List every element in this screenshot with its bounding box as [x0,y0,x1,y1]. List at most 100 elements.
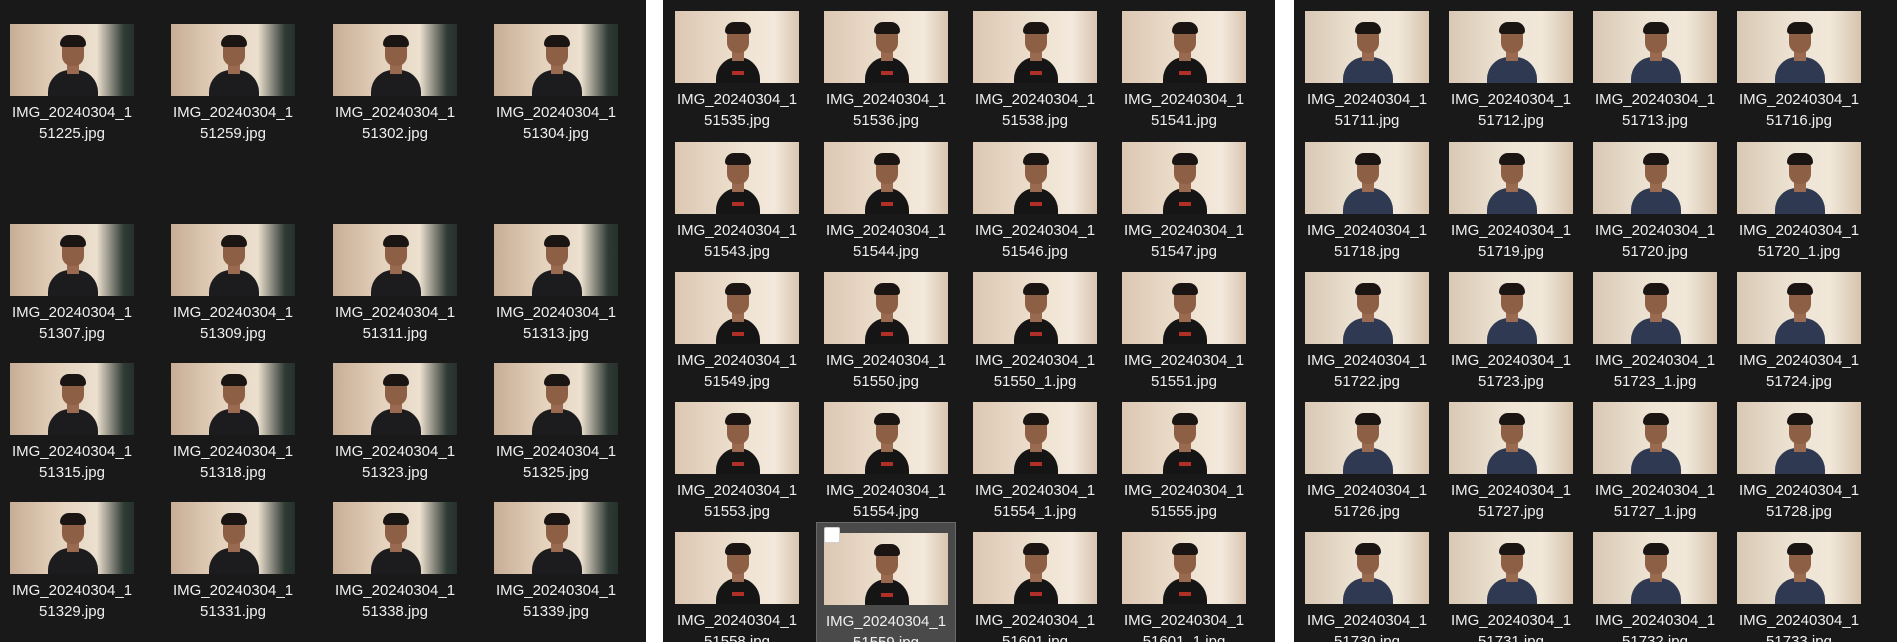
file-item[interactable]: IMG_20240304_1 51549.jpg [667,262,807,390]
file-item[interactable]: IMG_20240304_1 51309.jpg [163,214,303,342]
file-name-label: IMG_20240304_1 51720.jpg [1594,222,1716,260]
file-item[interactable]: IMG_20240304_1 51307.jpg [2,214,142,342]
file-item[interactable]: IMG_20240304_1 51711.jpg [1297,1,1437,129]
image-thumbnail [10,224,134,296]
file-item[interactable]: IMG_20240304_1 51535.jpg [667,1,807,129]
file-item[interactable]: IMG_20240304_1 51538.jpg [965,1,1105,129]
file-item[interactable]: IMG_20240304_1 51550_1.jpg [965,262,1105,390]
file-name-label: IMG_20240304_1 51723_1.jpg [1594,352,1716,390]
file-item[interactable]: IMG_20240304_1 51731.jpg [1441,522,1581,642]
file-item[interactable]: IMG_20240304_1 51313.jpg [486,214,626,342]
image-thumbnail [1449,402,1573,474]
file-item[interactable]: IMG_20240304_1 51719.jpg [1441,132,1581,260]
file-item[interactable]: IMG_20240304_1 51727_1.jpg [1585,392,1725,520]
file-item[interactable]: IMG_20240304_1 51315.jpg [2,353,142,481]
file-item[interactable]: IMG_20240304_1 51555.jpg [1114,392,1254,520]
file-item[interactable]: IMG_20240304_1 51730.jpg [1297,522,1437,642]
file-item[interactable]: IMG_20240304_1 51720_1.jpg [1729,132,1869,260]
file-item[interactable]: IMG_20240304_1 51339.jpg [486,492,626,620]
image-thumbnail [333,363,457,435]
file-name-label: IMG_20240304_1 51727.jpg [1450,482,1572,520]
file-item[interactable]: IMG_20240304_1 51536.jpg [816,1,956,129]
file-item[interactable]: IMG_20240304_1 51554.jpg [816,392,956,520]
file-name-label: IMG_20240304_1 51712.jpg [1450,91,1572,129]
file-item[interactable]: IMG_20240304_1 51304.jpg [486,14,626,142]
file-item[interactable]: IMG_20240304_1 51544.jpg [816,132,956,260]
file-item[interactable]: IMG_20240304_1 51546.jpg [965,132,1105,260]
file-item[interactable]: IMG_20240304_1 51601.jpg [965,522,1105,642]
file-item[interactable]: IMG_20240304_1 51311.jpg [325,214,465,342]
image-thumbnail [171,24,295,96]
file-item[interactable]: IMG_20240304_1 51541.jpg [1114,1,1254,129]
image-thumbnail [10,363,134,435]
image-thumbnail [824,533,948,605]
image-thumbnail [1449,272,1573,344]
file-item[interactable]: IMG_20240304_1 51720.jpg [1585,132,1725,260]
file-item[interactable]: IMG_20240304_1 51325.jpg [486,353,626,481]
file-item[interactable]: IMG_20240304_1 51318.jpg [163,353,303,481]
file-item[interactable]: IMG_20240304_1 51259.jpg [163,14,303,142]
file-item[interactable]: IMG_20240304_1 51551.jpg [1114,262,1254,390]
image-thumbnail [675,532,799,604]
file-name-label: IMG_20240304_1 51728.jpg [1738,482,1860,520]
file-name-label: IMG_20240304_1 51723.jpg [1450,352,1572,390]
file-name-label: IMG_20240304_1 51550_1.jpg [974,352,1096,390]
file-item[interactable]: IMG_20240304_1 51329.jpg [2,492,142,620]
file-item[interactable]: IMG_20240304_1 51733.jpg [1729,522,1869,642]
image-thumbnail [10,502,134,574]
file-item[interactable]: IMG_20240304_1 51723.jpg [1441,262,1581,390]
image-thumbnail [1449,532,1573,604]
image-thumbnail [675,142,799,214]
image-thumbnail [973,532,1097,604]
file-name-label: IMG_20240304_1 51315.jpg [11,443,133,481]
file-item[interactable]: IMG_20240304_1 51722.jpg [1297,262,1437,390]
file-name-label: IMG_20240304_1 51541.jpg [1123,91,1245,129]
file-item[interactable]: IMG_20240304_1 51732.jpg [1585,522,1725,642]
image-thumbnail [1737,11,1861,83]
file-item[interactable]: IMG_20240304_1 51225.jpg [2,14,142,142]
file-item[interactable]: IMG_20240304_1 51558.jpg [667,522,807,642]
file-item[interactable]: IMG_20240304_1 51559.jpg [816,522,956,642]
file-name-label: IMG_20240304_1 51724.jpg [1738,352,1860,390]
file-item[interactable]: IMG_20240304_1 51554_1.jpg [965,392,1105,520]
file-name-label: IMG_20240304_1 51711.jpg [1306,91,1428,129]
file-item[interactable]: IMG_20240304_1 51726.jpg [1297,392,1437,520]
select-checkbox[interactable] [824,527,840,543]
file-item[interactable]: IMG_20240304_1 51727.jpg [1441,392,1581,520]
image-thumbnail [494,224,618,296]
image-thumbnail [1737,532,1861,604]
file-name-label: IMG_20240304_1 51313.jpg [495,304,617,342]
file-item[interactable]: IMG_20240304_1 51712.jpg [1441,1,1581,129]
image-thumbnail [973,402,1097,474]
file-name-label: IMG_20240304_1 51553.jpg [676,482,798,520]
file-name-label: IMG_20240304_1 51544.jpg [825,222,947,260]
image-thumbnail [494,24,618,96]
file-item[interactable]: IMG_20240304_1 51724.jpg [1729,262,1869,390]
file-name-label: IMG_20240304_1 51309.jpg [172,304,294,342]
image-thumbnail [824,402,948,474]
file-name-label: IMG_20240304_1 51722.jpg [1306,352,1428,390]
image-thumbnail [1737,142,1861,214]
file-item[interactable]: IMG_20240304_1 51547.jpg [1114,132,1254,260]
file-name-label: IMG_20240304_1 51547.jpg [1123,222,1245,260]
file-name-label: IMG_20240304_1 51720_1.jpg [1738,222,1860,260]
file-item[interactable]: IMG_20240304_1 51323.jpg [325,353,465,481]
file-item[interactable]: IMG_20240304_1 51543.jpg [667,132,807,260]
file-item[interactable]: IMG_20240304_1 51553.jpg [667,392,807,520]
file-item[interactable]: IMG_20240304_1 51338.jpg [325,492,465,620]
file-item[interactable]: IMG_20240304_1 51718.jpg [1297,132,1437,260]
file-name-label: IMG_20240304_1 51726.jpg [1306,482,1428,520]
file-name-label: IMG_20240304_1 51601.jpg [974,612,1096,642]
file-item[interactable]: IMG_20240304_1 51728.jpg [1729,392,1869,520]
file-item[interactable]: IMG_20240304_1 51716.jpg [1729,1,1869,129]
image-thumbnail [1593,532,1717,604]
file-name-label: IMG_20240304_1 51338.jpg [334,582,456,620]
file-item[interactable]: IMG_20240304_1 51713.jpg [1585,1,1725,129]
file-item[interactable]: IMG_20240304_1 51302.jpg [325,14,465,142]
file-item[interactable]: IMG_20240304_1 51601_1.jpg [1114,522,1254,642]
file-item[interactable]: IMG_20240304_1 51550.jpg [816,262,956,390]
image-thumbnail [1122,272,1246,344]
file-item[interactable]: IMG_20240304_1 51331.jpg [163,492,303,620]
file-name-label: IMG_20240304_1 51601_1.jpg [1123,612,1245,642]
file-item[interactable]: IMG_20240304_1 51723_1.jpg [1585,262,1725,390]
